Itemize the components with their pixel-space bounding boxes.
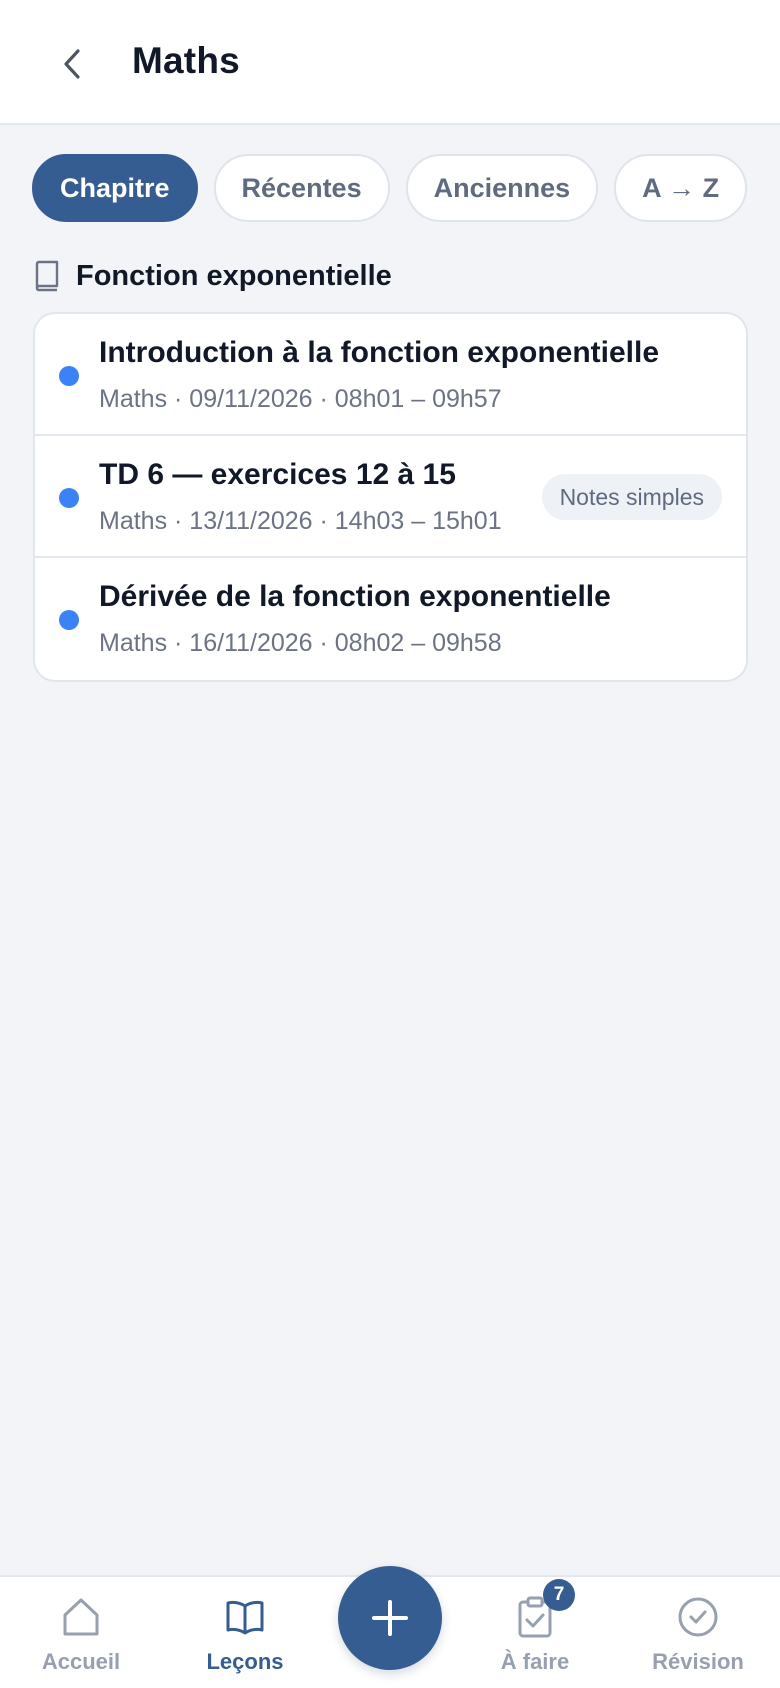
nav-label: Révision: [652, 1649, 744, 1674]
note-type-badge: Notes simples: [541, 474, 722, 520]
list-item[interactable]: Dérivée de la fonction exponentielle Mat…: [35, 558, 746, 680]
list-item[interactable]: Introduction à la fonction exponentielle…: [35, 314, 746, 436]
top-bar: Maths: [0, 0, 780, 125]
lesson-meta: Maths · 13/11/2026 · 14h03 – 15h01: [99, 507, 502, 535]
status-dot: [59, 366, 79, 386]
app-root: Maths Chapitre Récentes Anciennes A → Z …: [0, 0, 780, 1688]
nav-item-a-faire[interactable]: 7 À faire: [460, 1577, 610, 1688]
lesson-title: TD 6 — exercices 12 à 15: [99, 458, 456, 491]
lesson-meta: Maths · 16/11/2026 · 08h02 – 09h58: [99, 629, 502, 657]
book-icon: [35, 260, 59, 292]
nav-item-revision[interactable]: Révision: [623, 1577, 773, 1688]
nav-item-accueil[interactable]: Accueil: [6, 1577, 156, 1688]
status-dot: [59, 610, 79, 630]
todo-count-badge: 7: [543, 1579, 575, 1611]
lesson-meta: Maths · 09/11/2026 · 08h01 – 09h57: [99, 385, 502, 413]
filter-chip-anciennes[interactable]: Anciennes: [405, 154, 599, 222]
lesson-list: Introduction à la fonction exponentielle…: [33, 312, 748, 682]
page-title: Maths: [132, 40, 240, 81]
nav-label: Accueil: [41, 1649, 121, 1674]
sort-filter-chips: Chapitre Récentes Anciennes A → Z: [32, 154, 748, 222]
nav-item-lecons[interactable]: Leçons: [170, 1577, 320, 1688]
filter-chip-recentes[interactable]: Récentes: [213, 154, 390, 222]
back-button[interactable]: [46, 34, 100, 94]
nav-label: À faire: [500, 1649, 570, 1674]
add-lesson-button[interactable]: [338, 1566, 442, 1670]
filter-chip-chapitre[interactable]: Chapitre: [32, 154, 198, 222]
status-dot: [59, 488, 79, 508]
home-icon: [63, 1598, 99, 1636]
lesson-title: Introduction à la fonction exponentielle: [99, 336, 660, 369]
open-book-icon: [226, 1600, 264, 1635]
chapter-heading: Fonction exponentielle: [34, 258, 392, 294]
list-item[interactable]: TD 6 — exercices 12 à 15 Maths · 13/11/2…: [35, 436, 746, 558]
chevron-left-icon: [64, 49, 80, 79]
check-circle-icon: [678, 1597, 718, 1637]
lesson-title: Dérivée de la fonction exponentielle: [99, 580, 611, 613]
filter-chip-alphabetical[interactable]: A → Z: [614, 154, 748, 222]
nav-label: Leçons: [206, 1649, 284, 1674]
chapter-title: Fonction exponentielle: [76, 259, 392, 292]
plus-icon: [372, 1600, 408, 1636]
